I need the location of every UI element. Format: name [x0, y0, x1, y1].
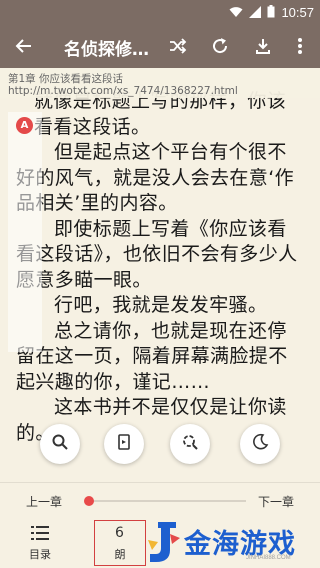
more-vert-icon[interactable] [288, 34, 312, 58]
content-paragraph: 即使标题上写着《你应该看看这段话》，也依旧不会有多少人愿意多瞄一眼。 [16, 217, 298, 291]
auto-page-icon [115, 433, 133, 455]
book-title: 名侦探修… [64, 40, 149, 60]
read-aloud-label: 朗 [114, 548, 126, 561]
refresh-icon[interactable] [208, 34, 232, 58]
watermark-url: JINHAI888.COM [246, 555, 291, 561]
night-mode-button[interactable] [240, 424, 280, 464]
content-paragraph: 总之请你，也就是现在还停留在这一页，隔着屏幕满脸提不起兴趣的你，谨记…… [16, 319, 288, 393]
read-aloud-button[interactable]: 6 朗 [94, 520, 146, 566]
battery-icon [267, 3, 275, 22]
replace-icon [181, 433, 199, 455]
auto-read-badge[interactable]: A [16, 117, 33, 134]
catalog-label: 目录 [29, 547, 51, 561]
search-icon [51, 433, 69, 455]
content-paragraph: 行吧，我就是发发牢骚。 [54, 294, 268, 316]
signal-icon [249, 3, 262, 22]
floating-tool-bar [0, 424, 320, 472]
download-icon[interactable] [251, 34, 275, 58]
list-icon [31, 525, 49, 544]
reading-content[interactable]: 就像是标题上写的那样，你该看看这段话。 但是起点这个平台有个很不好的风气，就是没… [0, 86, 320, 481]
chapter-progress-slider[interactable] [84, 496, 246, 506]
watermark-logo: 金海游戏 JINHAI888.COM [146, 518, 320, 568]
wifi-icon [229, 3, 243, 22]
shuffle-icon[interactable] [166, 34, 190, 58]
status-icons: 10:57 [229, 3, 314, 22]
search-button[interactable] [40, 424, 80, 464]
prev-chapter-button[interactable]: 上一章 [26, 493, 62, 510]
chapter-title: 第1章 你应该看看这段话 [8, 73, 124, 85]
top-toolbar: 名侦探修… [0, 24, 320, 68]
auto-page-button[interactable] [104, 424, 144, 464]
chapter-url: http://m.twotxt.com/xs_7474/1368227.html [8, 85, 238, 97]
read-aloud-icon: 6 [111, 524, 129, 544]
status-time: 10:57 [281, 5, 314, 20]
side-scroll-panel[interactable] [8, 112, 42, 352]
catalog-button[interactable]: 目录 [14, 520, 66, 566]
content-paragraph: 但是起点这个平台有个很不好的风气，就是没人会去在意‘作品相关’里的内容。 [16, 141, 295, 214]
svg-text:6: 6 [115, 525, 124, 540]
status-bar: 10:57 [0, 0, 320, 24]
slider-thumb[interactable] [84, 496, 95, 506]
moon-icon [251, 433, 269, 455]
replace-button[interactable] [170, 424, 210, 464]
chapter-nav-bar: 上一章 下一章 [0, 482, 320, 516]
next-chapter-button[interactable]: 下一章 [258, 493, 294, 510]
chapter-info-bar: 第1章 你应该看看这段话 http://m.twotxt.com/xs_7474… [0, 68, 320, 98]
back-arrow-icon[interactable] [12, 34, 36, 58]
